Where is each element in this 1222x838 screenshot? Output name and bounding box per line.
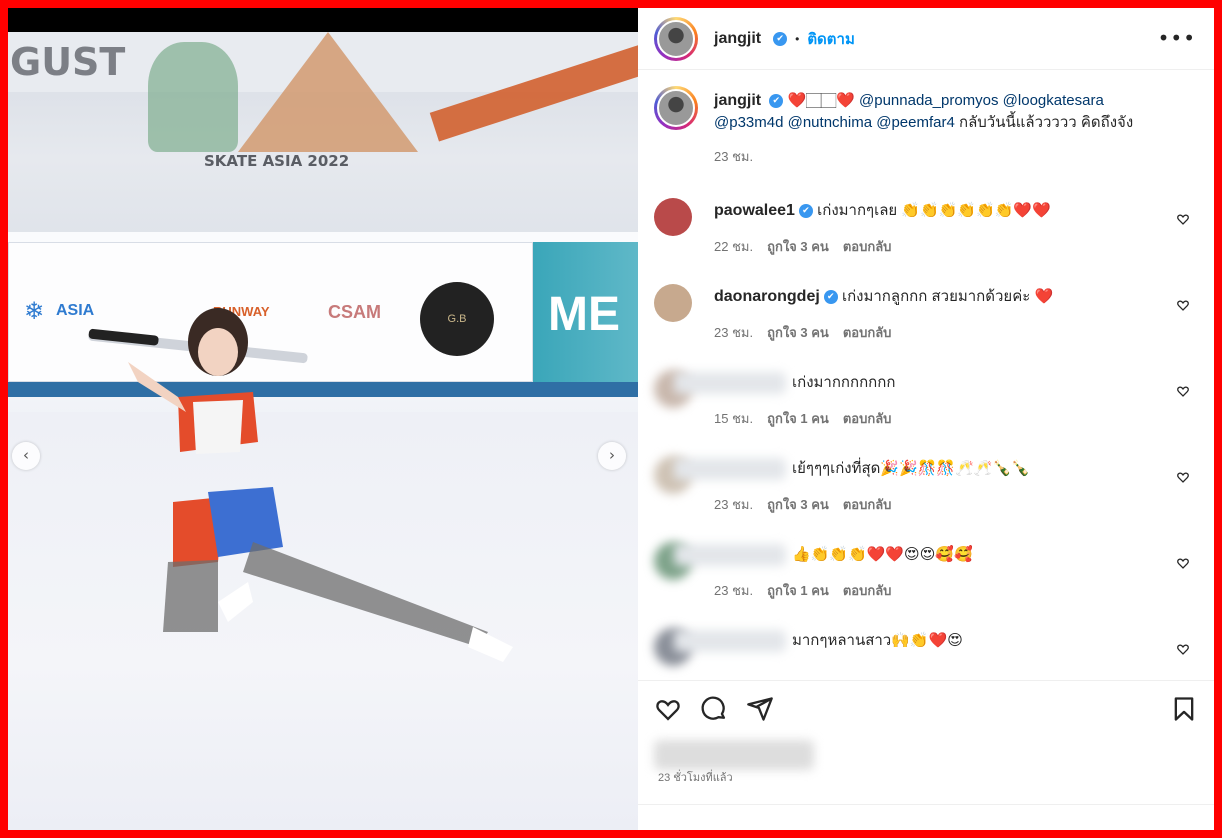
comment-meta: 15 ชม. ถูกใจ 1 คน ตอบกลับ xyxy=(714,408,905,429)
banner-text: ME xyxy=(548,288,620,341)
comment-row: มากๆหลานสาว🙌👏❤️😍 xyxy=(654,628,1194,680)
caption-fragment: ❤️ xyxy=(787,92,807,109)
comment-row: เก่งมากกกกกกก 15 ชม. ถูกใจ 1 คน ตอบกลับ xyxy=(654,370,1194,450)
decor-pyramid xyxy=(238,32,418,152)
heart-icon[interactable] xyxy=(654,695,682,723)
reply-button[interactable]: ตอบกลับ xyxy=(843,497,892,512)
caption-fragment: กลับวันนี้แล้ววววว คิดถึงจัง xyxy=(954,114,1134,131)
post-photo: GUST SKATE ASIA 2022 ❄ ASIA RUNWAY CSAM … xyxy=(8,32,638,830)
comment-likes[interactable]: ถูกใจ 1 คน xyxy=(767,583,829,598)
add-comment-bar[interactable] xyxy=(638,804,1214,830)
separator-dot: • xyxy=(795,31,800,46)
comment-body: 👍👏👏👏❤️❤️😍😍🥰🥰 xyxy=(674,544,1154,567)
post-header: jangjit ✔ • ติดตาม ••• xyxy=(638,8,1214,70)
post-media: GUST SKATE ASIA 2022 ❄ ASIA RUNWAY CSAM … xyxy=(8,8,638,830)
reply-button[interactable]: ตอบกลับ xyxy=(843,583,892,598)
commenter-username[interactable]: daonarongdej xyxy=(714,288,820,305)
comment-meta: 23 ชม. ถูกใจ 3 คน ตอบกลับ xyxy=(714,322,905,343)
comment-row: paowalee1 ✔ เก่งมากๆเลย 👏👏👏👏👏👏❤️❤️ 22 ชม. ถ… xyxy=(654,198,1194,278)
comment-time: 23 ชม. xyxy=(714,497,754,512)
comment-row: 👍👏👏👏❤️❤️😍😍🥰🥰 23 ชม. ถูกใจ 1 คน ตอบกลับ xyxy=(654,542,1194,622)
comment-body: paowalee1 ✔ เก่งมากๆเลย 👏👏👏👏👏👏❤️❤️ xyxy=(714,200,1154,222)
comment-like-icon[interactable] xyxy=(1176,212,1190,226)
caption-username[interactable]: jangjit xyxy=(714,92,761,109)
wall-text-2: SKATE ASIA 2022 xyxy=(204,152,350,170)
comment-text: เก่งมากๆเลย 👏👏👏👏👏👏❤️❤️ xyxy=(817,202,1051,219)
comment-like-icon[interactable] xyxy=(1176,298,1190,312)
commenter-username[interactable]: paowalee1 xyxy=(714,202,795,219)
verified-icon: ✔ xyxy=(769,94,784,109)
comment-text: มากๆหลานสาว🙌👏❤️😍 xyxy=(792,632,963,649)
comment-body: daonarongdej ✔ เก่งมากลูกกก สวยมากด้วยค่ะ… xyxy=(714,286,1154,308)
comment-text: เก่งมากลูกกก สวยมากด้วยค่ะ ❤️ xyxy=(841,288,1054,305)
blurred-username xyxy=(674,372,786,395)
caption-mention[interactable]: @p33m4d xyxy=(714,114,783,131)
caption-mention[interactable]: @punnada_promyos xyxy=(859,92,998,109)
comments-list: jangjit ✔ ❤️🏻🏻❤️ @punnada_promyos @loogk… xyxy=(638,70,1214,680)
verified-icon: ✔ xyxy=(823,290,838,305)
blurred-username xyxy=(674,544,786,567)
prev-button[interactable]: ‹ xyxy=(12,442,40,470)
blurred-username xyxy=(674,458,786,481)
author-username[interactable]: jangjit xyxy=(714,30,761,48)
comment-time: 23 ชม. xyxy=(714,583,754,598)
blurred-username xyxy=(674,630,786,653)
next-button[interactable]: › xyxy=(598,442,626,470)
comment-meta: 23 ชม. ถูกใจ 3 คน ตอบกลับ xyxy=(714,494,905,515)
caption-fragment: 🏻🏻 xyxy=(806,92,837,109)
commenter-avatar[interactable] xyxy=(654,284,692,322)
post-timestamp: 23 ชั่วโมงที่แล้ว xyxy=(658,772,733,784)
comment-body: เก่งมากกกกกกก xyxy=(674,372,1154,395)
comment-time: 15 ชม. xyxy=(714,411,754,426)
more-options-icon[interactable]: ••• xyxy=(1158,26,1196,50)
follow-button[interactable]: ติดตาม xyxy=(807,27,855,51)
caption-avatar[interactable] xyxy=(654,86,698,130)
comment-likes[interactable]: ถูกใจ 3 คน xyxy=(767,497,829,512)
comment-like-icon[interactable] xyxy=(1176,642,1190,656)
caption-body: jangjit ✔ ❤️🏻🏻❤️ @punnada_promyos @loogk… xyxy=(714,90,1174,168)
caption-fragment: ❤️ xyxy=(836,92,860,109)
likes-summary[interactable] xyxy=(654,740,814,770)
comment-row: daonarongdej ✔ เก่งมากลูกกก สวยมากด้วยค่ะ… xyxy=(654,284,1194,364)
comment-text: เก่งมากกกกกกก xyxy=(792,374,896,391)
comment-likes[interactable]: ถูกใจ 3 คน xyxy=(767,239,829,254)
comment-meta: 23 ชม. ถูกใจ 1 คน ตอบกลับ xyxy=(714,580,905,601)
caption-mention[interactable]: @nutnchima xyxy=(788,114,872,131)
comment-meta: 22 ชม. ถูกใจ 3 คน ตอบกลับ xyxy=(714,236,905,257)
action-bar xyxy=(638,680,1214,740)
comment-body: มากๆหลานสาว🙌👏❤️😍 xyxy=(674,630,1154,653)
caption-mention[interactable]: @peemfar4 xyxy=(876,114,955,131)
wall-text-1: GUST xyxy=(10,40,126,84)
comment-icon[interactable] xyxy=(700,695,728,723)
reply-button[interactable]: ตอบกลับ xyxy=(843,325,892,340)
author-avatar[interactable] xyxy=(654,16,698,61)
comment-row: เย้ๆๆๆเก่งที่สุด🎉🎉🎊🎊🥂🥂🍾🍾 23 ชม. ถูกใจ 3 คน… xyxy=(654,456,1194,536)
skater-figure xyxy=(88,308,513,662)
comment-text: 👍👏👏👏❤️❤️😍😍🥰🥰 xyxy=(792,546,973,563)
comment-like-icon[interactable] xyxy=(1176,556,1190,570)
comment-likes[interactable]: ถูกใจ 1 คน xyxy=(767,411,829,426)
window-frame: GUST SKATE ASIA 2022 ❄ ASIA RUNWAY CSAM … xyxy=(8,8,1214,830)
comment-time: 22 ชม. xyxy=(714,239,754,254)
comment-text: เย้ๆๆๆเก่งที่สุด🎉🎉🎊🎊🥂🥂🍾🍾 xyxy=(792,460,1030,477)
reply-button[interactable]: ตอบกลับ xyxy=(843,411,892,426)
post-panel: jangjit ✔ • ติดตาม ••• jangjit ✔ ❤️🏻🏻❤️ … xyxy=(638,8,1214,830)
comment-body: เย้ๆๆๆเก่งที่สุด🎉🎉🎊🎊🥂🥂🍾🍾 xyxy=(674,458,1154,481)
comment-time: 23 ชม. xyxy=(714,325,754,340)
caption-time: 23 ชม. xyxy=(714,149,754,164)
commenter-avatar[interactable] xyxy=(654,198,692,236)
verified-icon: ✔ xyxy=(798,204,813,219)
caption-mention[interactable]: @loogkatesara xyxy=(1003,92,1104,109)
bookmark-icon[interactable] xyxy=(1170,695,1198,723)
snowflake-icon: ❄ xyxy=(24,298,45,325)
share-icon[interactable] xyxy=(746,695,774,723)
comment-like-icon[interactable] xyxy=(1176,384,1190,398)
comment-like-icon[interactable] xyxy=(1176,470,1190,484)
comment-likes[interactable]: ถูกใจ 3 คน xyxy=(767,325,829,340)
decor-shape xyxy=(148,42,238,152)
verified-icon: ✔ xyxy=(773,31,788,46)
reply-button[interactable]: ตอบกลับ xyxy=(843,239,892,254)
